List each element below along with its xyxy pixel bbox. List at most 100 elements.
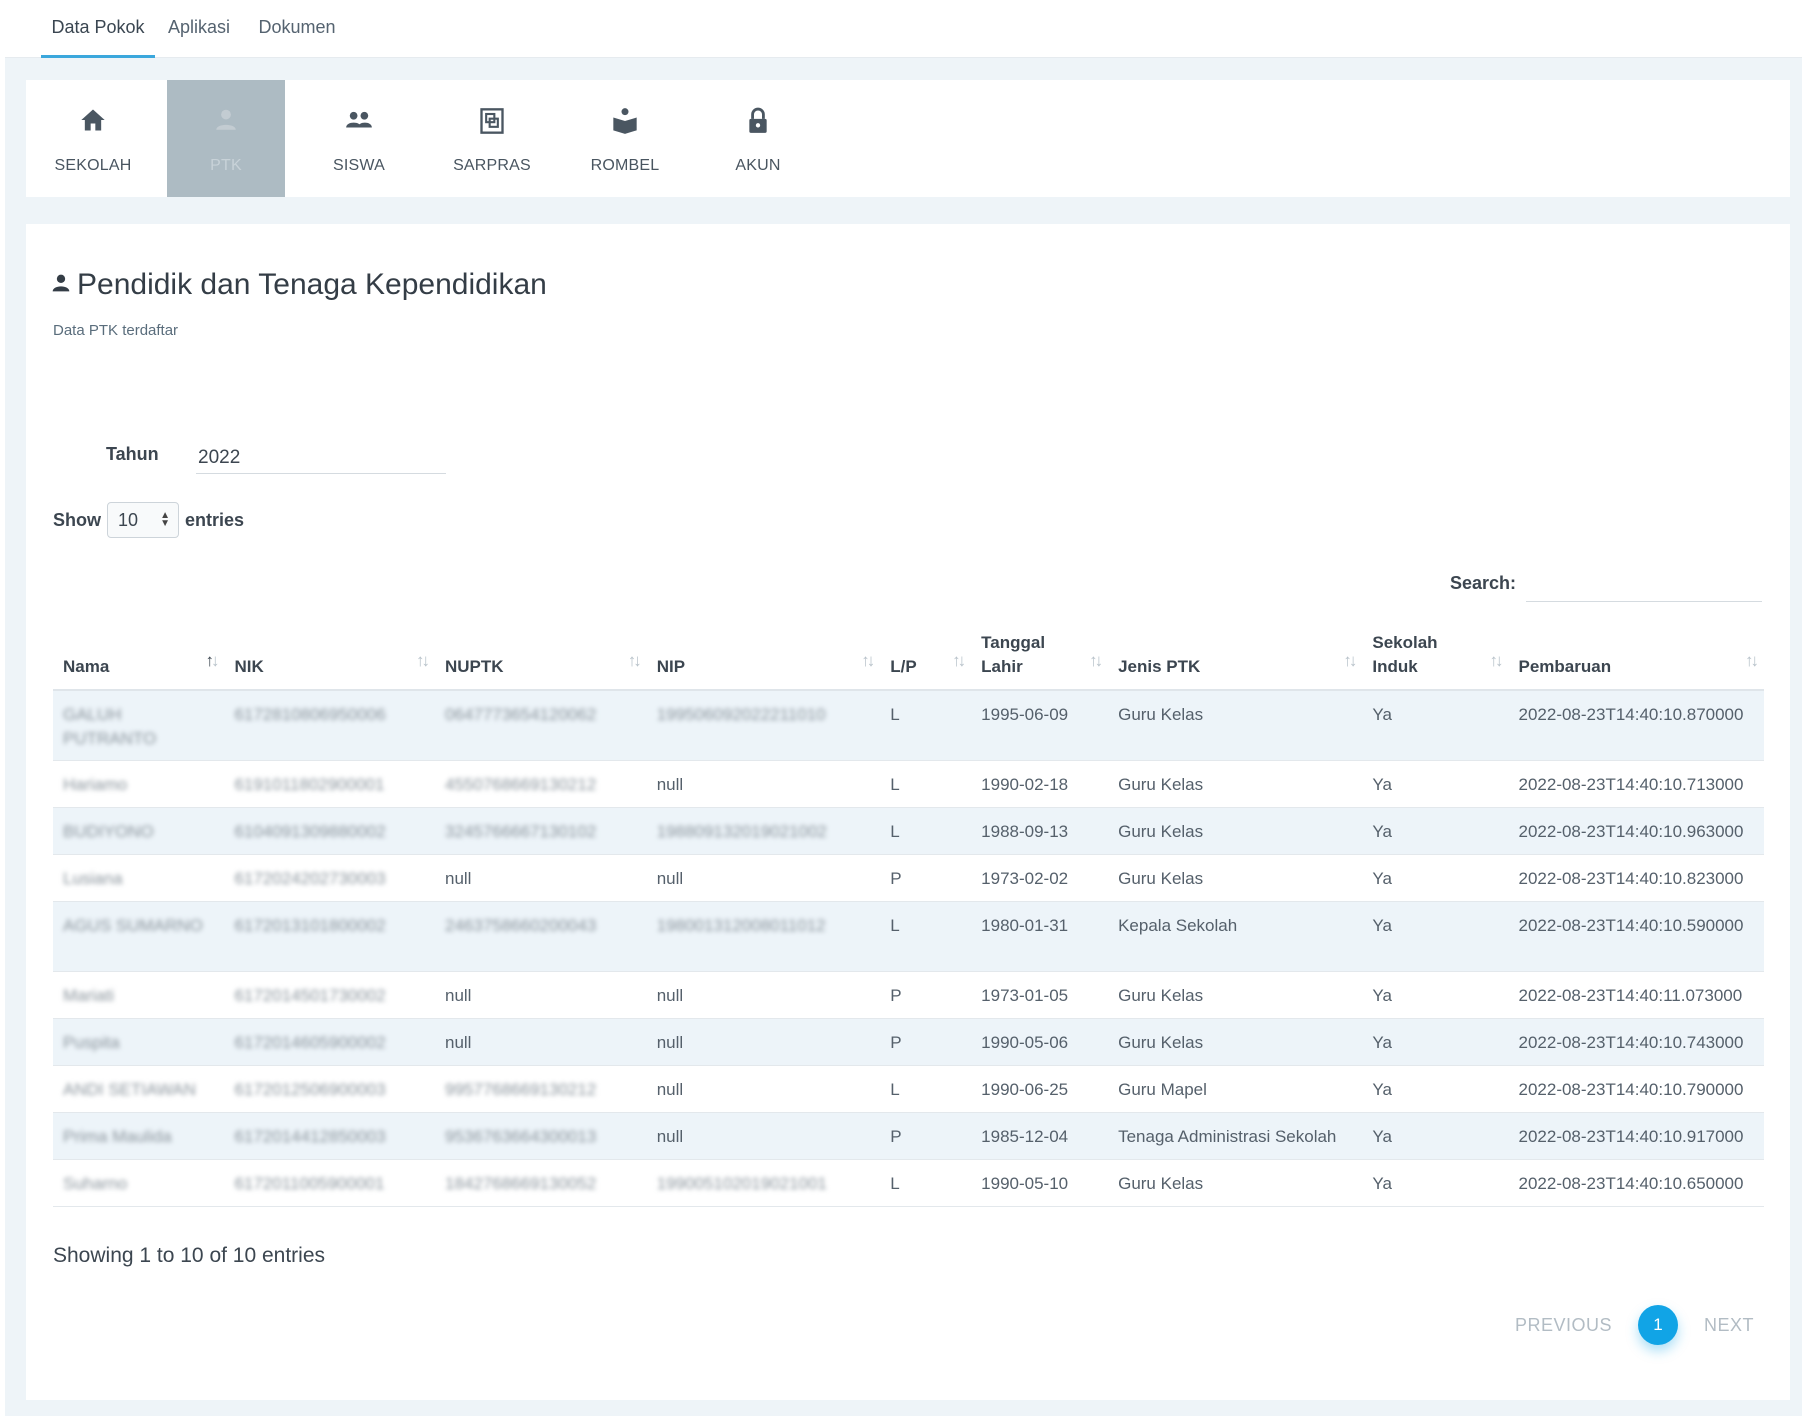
menu-item-akun[interactable]: AKUN	[699, 80, 817, 197]
cell-pembaruan: 2022-08-23T14:40:11.073000	[1508, 971, 1764, 1019]
cell-nik: 6172011005900001	[224, 1159, 435, 1207]
cell-nuptk: null	[435, 1018, 647, 1066]
col-header-tanggal-lahir[interactable]: Tanggal Lahir ↑↓	[971, 626, 1109, 691]
col-header-label: NIP	[656, 657, 686, 676]
cell-nip: null	[646, 854, 881, 902]
cell-nama: Lusiana	[53, 854, 225, 902]
sort-icon: ↑↓	[1489, 651, 1504, 670]
cell-nuptk: null	[435, 971, 647, 1019]
cell-jenis-ptk: Guru Kelas	[1108, 760, 1363, 808]
cell-jenis-ptk: Guru Kelas	[1108, 690, 1363, 761]
menu-item-sekolah[interactable]: SEKOLAH	[34, 80, 152, 197]
col-header-sekolah-induk[interactable]: Sekolah Induk ↑↓	[1362, 626, 1509, 691]
table-row[interactable]: AGUS SUMARNO 6172013101800002 2463758660…	[53, 901, 1764, 972]
cell-tanggal-lahir: 1990-05-10	[971, 1159, 1109, 1207]
sort-icon: ↑↓	[205, 651, 219, 670]
col-header-lp[interactable]: L/P ↑↓	[880, 626, 972, 691]
page-1-button[interactable]: 1	[1637, 1305, 1678, 1345]
sort-icon: ↑↓	[416, 651, 430, 670]
cell-nik: 6172014501730002	[224, 971, 435, 1019]
show-label: Show	[53, 509, 101, 530]
cell-tanggal-lahir: 1980-01-31	[971, 901, 1109, 972]
ptk-card: Pendidik dan Tenaga Kependidikan Data PT…	[26, 224, 1790, 1400]
tab-aplikasi[interactable]: Aplikasi	[165, 0, 233, 58]
menu-item-sarpras[interactable]: SARPRAS	[433, 80, 551, 197]
table-row[interactable]: Puspita 6172014605900002 null null P 199…	[53, 1018, 1764, 1066]
module-menu: SEKOLAH PTK SISWA SARPRAS ROMBEL AKUN	[26, 80, 1790, 197]
cell-pembaruan: 2022-08-23T14:40:10.917000	[1508, 1112, 1764, 1160]
menu-item-siswa[interactable]: SISWA	[300, 80, 418, 197]
col-header-nuptk[interactable]: NUPTK ↑↓	[435, 626, 647, 691]
cell-lp: L	[880, 1159, 972, 1207]
cell-nuptk: 9536763664300013	[435, 1112, 647, 1160]
table-row[interactable]: GALUH PUTRANTO 6172810806950006 06477736…	[53, 690, 1764, 761]
table-row[interactable]: Lusiana 6172024202730003 null null P 197…	[53, 854, 1764, 902]
cell-pembaruan: 2022-08-23T14:40:10.870000	[1508, 690, 1764, 761]
tab-data-pokok[interactable]: Data Pokok	[41, 0, 155, 58]
cell-sekolah-induk: Ya	[1362, 971, 1509, 1019]
cell-lp: L	[880, 760, 972, 808]
cell-jenis-ptk: Guru Kelas	[1108, 971, 1363, 1019]
cell-pembaruan: 2022-08-23T14:40:10.823000	[1508, 854, 1764, 902]
cell-lp: P	[880, 971, 972, 1019]
person-icon	[167, 106, 285, 140]
cell-nama: BUDIYONO	[53, 807, 225, 855]
cell-tanggal-lahir: 1973-02-02	[971, 854, 1109, 902]
cell-nuptk: 1842768669130052	[435, 1159, 647, 1207]
cell-nip: null	[646, 760, 881, 808]
tahun-label: Tahun	[106, 444, 159, 464]
cell-lp: P	[880, 1112, 972, 1160]
menu-item-ptk[interactable]: PTK	[167, 80, 285, 197]
menu-item-rombel[interactable]: ROMBEL	[566, 80, 684, 197]
cell-sekolah-induk: Ya	[1362, 1112, 1509, 1160]
cell-pembaruan: 2022-08-23T14:40:10.743000	[1508, 1018, 1764, 1066]
menu-label: SISWA	[333, 157, 385, 174]
table-row[interactable]: ANDI SETIAWAN 6172012506900003 995776866…	[53, 1065, 1764, 1113]
table-row[interactable]: Prima Maulida 6172014412850003 953676366…	[53, 1112, 1764, 1160]
col-header-jenis-ptk[interactable]: Jenis PTK ↑↓	[1108, 626, 1363, 691]
col-header-nip[interactable]: NIP ↑↓	[646, 626, 881, 691]
sort-icon: ↑↓	[627, 651, 642, 670]
menu-label: ROMBEL	[590, 157, 660, 174]
tab-dokumen[interactable]: Dokumen	[255, 0, 339, 58]
col-header-nik[interactable]: NIK ↑↓	[224, 626, 435, 691]
cell-sekolah-induk: Ya	[1362, 1159, 1509, 1207]
table-row[interactable]: Suharno 6172011005900001 184276866913005…	[53, 1159, 1764, 1207]
cell-nik: 6172013101800002	[224, 901, 435, 972]
entries-label: entries	[185, 509, 245, 530]
cell-nama: AGUS SUMARNO	[53, 901, 225, 972]
sort-icon: ↑↓	[1745, 651, 1759, 670]
menu-label: AKUN	[735, 157, 781, 174]
next-button[interactable]: NEXT	[1704, 1315, 1754, 1336]
cell-nik: 6172014605900002	[224, 1018, 435, 1066]
cell-nama: Suharno	[53, 1159, 225, 1207]
person-icon	[51, 268, 71, 302]
building-icon	[433, 106, 551, 140]
cell-sekolah-induk: Ya	[1362, 807, 1509, 855]
cell-lp: P	[880, 1018, 972, 1066]
menu-label: SARPRAS	[453, 157, 531, 174]
search-input[interactable]	[1526, 566, 1762, 602]
cell-sekolah-induk: Ya	[1362, 1018, 1509, 1066]
cell-nama: Hariamo	[53, 760, 225, 808]
cell-sekolah-induk: Ya	[1362, 854, 1509, 902]
table-row[interactable]: Mariati 6172014501730002 null null P 197…	[53, 971, 1764, 1019]
cell-sekolah-induk: Ya	[1362, 690, 1509, 761]
table-row[interactable]: Hariamo 6191011802900001 455076866913021…	[53, 760, 1764, 808]
col-header-nama[interactable]: Nama ↑↓	[53, 626, 225, 691]
entries-select[interactable]: 10 ▲ ▼	[107, 502, 179, 538]
cell-nama: Puspita	[53, 1018, 225, 1066]
previous-button[interactable]: PREVIOUS	[1515, 1315, 1612, 1336]
cell-tanggal-lahir: 1988-09-13	[971, 807, 1109, 855]
cell-lp: P	[880, 854, 972, 902]
cell-nuptk: 4550768669130212	[435, 760, 647, 808]
cell-nik: 6191011802900001	[224, 760, 435, 808]
sort-icon: ↑↓	[952, 651, 966, 670]
col-header-pembaruan[interactable]: Pembaruan ↑↓	[1508, 626, 1764, 691]
cell-tanggal-lahir: 1985-12-04	[971, 1112, 1109, 1160]
page-subtitle: Data PTK terdaftar	[53, 322, 179, 339]
cell-nama: Prima Maulida	[53, 1112, 225, 1160]
cell-lp: L	[880, 807, 972, 855]
tahun-input[interactable]	[196, 442, 446, 474]
table-row[interactable]: BUDIYONO 6104091309880002 32457666671301…	[53, 807, 1764, 855]
